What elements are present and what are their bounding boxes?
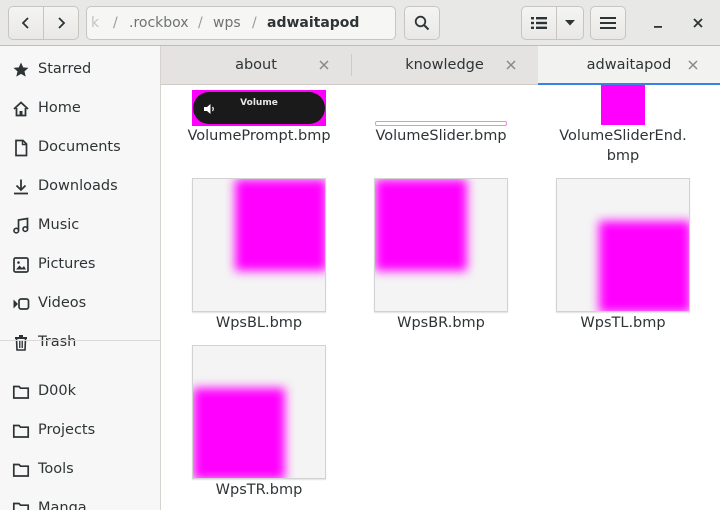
folder-icon (12, 385, 30, 399)
search-button[interactable] (404, 6, 440, 40)
file-name: VolumePrompt.bmp (187, 128, 331, 144)
volume-prompt-pill: Volume (193, 92, 325, 124)
sidebar-item-label: Pictures (38, 256, 96, 272)
sidebar-item-label: Music (38, 217, 80, 233)
file-name: VolumeSliderEnd. bmp (559, 128, 687, 164)
volume-prompt-text: Volume (240, 98, 278, 108)
sidebar-item-label: Trash (38, 334, 77, 350)
file-thumbnail-wpstl[interactable] (556, 178, 690, 312)
path-crumb-partial[interactable]: k (91, 7, 99, 39)
download-icon (14, 179, 28, 195)
path-crumb-rockbox[interactable]: .rockbox (129, 7, 189, 39)
sidebar-item-downloads[interactable]: Downloads (0, 167, 160, 206)
trash-icon (15, 335, 27, 351)
file-thumbnail-volume-slider-end[interactable] (601, 85, 645, 125)
path-separator: / (252, 15, 257, 31)
sidebar-item-label: Projects (38, 422, 96, 438)
sidebar-item-home[interactable]: Home (0, 89, 160, 128)
sidebar-item-label: Videos (38, 295, 87, 311)
close-icon (506, 60, 516, 70)
path-separator: / (198, 15, 203, 31)
chevron-down-icon (565, 20, 575, 26)
path-separator: / (113, 15, 118, 31)
sidebar-item-label: Documents (38, 139, 121, 155)
minimize-icon (654, 26, 662, 28)
forward-button[interactable] (43, 6, 79, 40)
thumbnail-image (193, 346, 325, 478)
sidebar-item-label: Starred (38, 61, 92, 77)
star-icon (13, 62, 29, 77)
file-thumbnail-wpsbr[interactable] (374, 178, 508, 312)
sidebar-item-d00k[interactable]: D00k (0, 372, 160, 411)
file-thumbnail-wpstr[interactable] (192, 345, 326, 479)
file-name: WpsBR.bmp (397, 315, 485, 331)
tab-close-button[interactable] (685, 57, 701, 73)
tab-bar: about knowledge adwaitapod (161, 46, 720, 86)
sidebar-item-label: Downloads (38, 178, 118, 194)
sidebar-item-documents[interactable]: Documents (0, 128, 160, 167)
home-icon (13, 101, 29, 117)
folder-icon (12, 424, 30, 438)
file-thumbnail-volume-prompt[interactable]: Volume (192, 90, 326, 126)
close-window-button[interactable] (685, 10, 711, 36)
tab-close-button[interactable] (503, 57, 519, 73)
close-icon (319, 60, 329, 70)
close-icon (693, 18, 703, 28)
sidebar-item-manga[interactable]: Manga (0, 489, 160, 510)
file-grid: Volume VolumePrompt.bmp VolumeSlider.bmp… (161, 85, 720, 510)
hamburger-menu-icon (600, 17, 616, 29)
tab-close-button[interactable] (316, 57, 332, 73)
folder-icon (12, 463, 30, 477)
thumbnail-image (375, 179, 507, 311)
view-toggle-button[interactable] (521, 6, 557, 40)
file-name: VolumeSlider.bmp (375, 128, 507, 144)
sidebar-item-label: D00k (38, 383, 77, 399)
file-name: WpsBL.bmp (215, 315, 303, 331)
sidebar-item-projects[interactable]: Projects (0, 411, 160, 450)
tab-adwaitapod[interactable]: adwaitapod (538, 46, 720, 86)
thumbnail-image (557, 179, 689, 311)
sidebar-item-label: Home (38, 100, 81, 116)
sidebar: Starred Home Documents Downloads Music P… (0, 46, 161, 510)
sidebar-item-label: Tools (38, 461, 74, 477)
thumbnail-image (193, 179, 325, 311)
tab-about[interactable]: about (161, 46, 351, 85)
sidebar-item-music[interactable]: Music (0, 206, 160, 245)
minimize-button[interactable] (645, 10, 671, 36)
path-crumb-current[interactable]: adwaitapod (267, 7, 359, 39)
sidebar-divider (0, 340, 160, 341)
tab-knowledge[interactable]: knowledge (351, 46, 538, 85)
sidebar-item-starred[interactable]: Starred (0, 50, 160, 89)
chevron-right-icon (58, 17, 66, 29)
file-name: WpsTL.bmp (580, 315, 666, 331)
folder-icon (12, 502, 30, 510)
sidebar-item-label: Manga (38, 500, 87, 510)
chevron-left-icon (21, 17, 29, 29)
path-crumb-wps[interactable]: wps (213, 7, 241, 39)
music-icon (13, 217, 29, 234)
file-thumbnail-wpsbl[interactable] (192, 178, 326, 312)
video-icon (13, 298, 30, 310)
back-button[interactable] (8, 6, 44, 40)
file-name: WpsTR.bmp (215, 482, 303, 498)
document-icon (15, 139, 28, 157)
path-bar: k / .rockbox / wps / adwaitapod (86, 6, 396, 40)
sidebar-item-videos[interactable]: Videos (0, 284, 160, 323)
sidebar-item-tools[interactable]: Tools (0, 450, 160, 489)
search-icon (414, 15, 430, 31)
sidebar-item-pictures[interactable]: Pictures (0, 245, 160, 284)
sidebar-item-trash[interactable]: Trash (0, 323, 160, 362)
header-bar: k / .rockbox / wps / adwaitapod (0, 0, 720, 46)
view-options-button[interactable] (556, 6, 584, 40)
close-icon (688, 60, 698, 70)
main-menu-button[interactable] (590, 6, 626, 40)
picture-icon (13, 257, 29, 273)
list-view-icon (531, 17, 547, 29)
